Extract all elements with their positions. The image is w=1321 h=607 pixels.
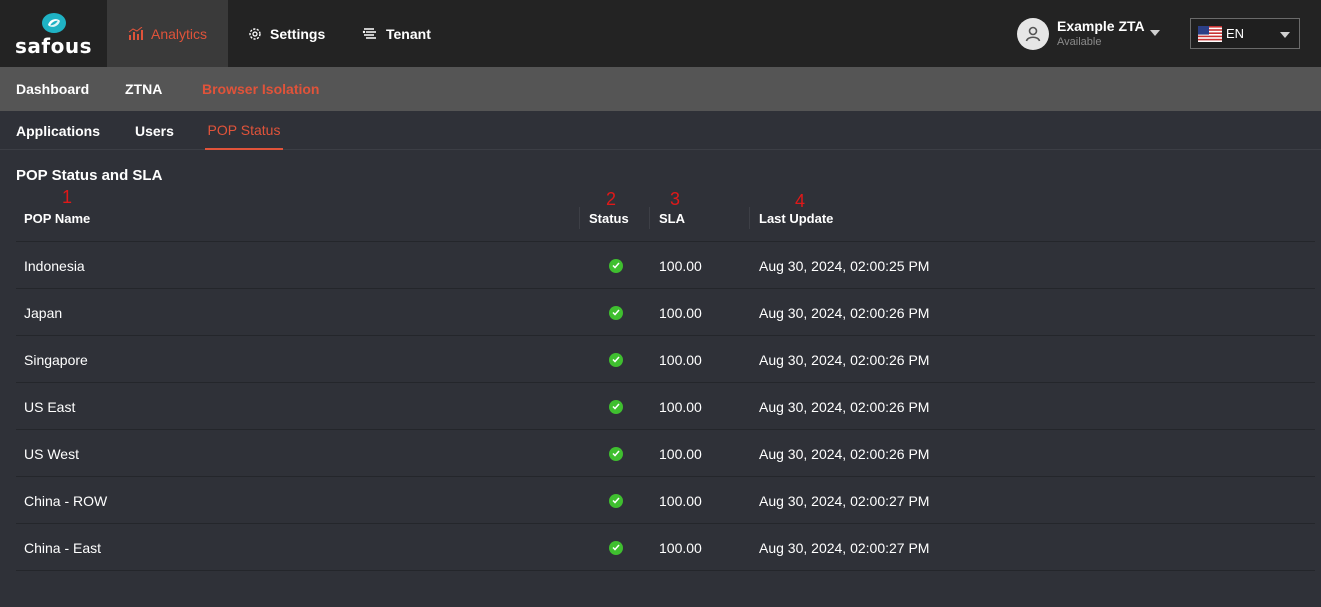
nav-tenant[interactable]: Tenant: [362, 0, 431, 67]
subnav-ztna[interactable]: ZTNA: [125, 67, 162, 111]
user-status: Available: [1057, 36, 1102, 48]
sla-cell: 100.00: [659, 257, 702, 274]
pop-name-cell: China - East: [24, 539, 102, 556]
logo-mark-icon: [41, 12, 66, 33]
table-row[interactable]: China - East 100.00 Aug 30, 2024, 02:00:…: [16, 524, 1315, 571]
nav-settings-label: Settings: [270, 25, 326, 42]
user-icon: [1025, 26, 1041, 42]
sla-cell: 100.00: [659, 351, 702, 368]
last-update-cell: Aug 30, 2024, 02:00:26 PM: [759, 445, 930, 462]
safous-logo[interactable]: safous: [0, 0, 107, 67]
sla-cell: 100.00: [659, 398, 702, 415]
check-circle-icon: [609, 399, 623, 414]
language-select[interactable]: EN: [1190, 18, 1300, 49]
status-cell: [609, 477, 623, 524]
avatar: [1017, 18, 1049, 50]
column-header-pop-name[interactable]: POP Name: [24, 195, 90, 242]
language-label: EN: [1226, 26, 1245, 41]
status-cell: [609, 524, 623, 571]
pop-name-cell: US East: [24, 398, 76, 415]
table-row[interactable]: China - ROW 100.00 Aug 30, 2024, 02:00:2…: [16, 477, 1315, 524]
column-header-last-update[interactable]: Last Update: [759, 195, 833, 242]
status-cell: [609, 383, 623, 430]
status-cell: [609, 289, 623, 336]
user-name: Example ZTA: [1057, 18, 1145, 34]
column-divider: [579, 207, 580, 229]
sla-cell: 100.00: [659, 445, 702, 462]
column-header-status[interactable]: Status: [589, 195, 629, 242]
tenant-icon: [362, 27, 376, 39]
top-navigation-bar: safous Analytics Settings Tenant Example…: [0, 0, 1321, 67]
last-update-cell: Aug 30, 2024, 02:00:27 PM: [759, 539, 930, 556]
table-row[interactable]: US East 100.00 Aug 30, 2024, 02:00:26 PM: [16, 383, 1315, 430]
last-update-cell: Aug 30, 2024, 02:00:26 PM: [759, 351, 930, 368]
last-update-cell: Aug 30, 2024, 02:00:26 PM: [759, 304, 930, 321]
sub-navigation-bar: Dashboard ZTNA Browser Isolation: [0, 67, 1321, 111]
check-circle-icon: [609, 540, 623, 555]
table-row[interactable]: Indonesia 100.00 Aug 30, 2024, 02:00:25 …: [16, 242, 1315, 289]
subnav-browser-isolation[interactable]: Browser Isolation: [202, 67, 319, 111]
pop-name-cell: Japan: [24, 304, 63, 321]
status-cell: [609, 430, 623, 477]
status-cell: [609, 242, 623, 289]
nav-settings[interactable]: Settings: [248, 0, 325, 67]
gear-icon: [249, 27, 261, 40]
column-divider: [749, 207, 750, 229]
nav-analytics[interactable]: Analytics: [107, 0, 228, 67]
nav-analytics-label: Analytics: [150, 25, 208, 42]
sla-cell: 100.00: [659, 539, 702, 556]
table-row[interactable]: Singapore 100.00 Aug 30, 2024, 02:00:26 …: [16, 336, 1315, 383]
sla-cell: 100.00: [659, 492, 702, 509]
nav-tenant-label: Tenant: [386, 25, 431, 42]
tab-users[interactable]: Users: [135, 111, 174, 150]
last-update-cell: Aug 30, 2024, 02:00:25 PM: [759, 257, 930, 274]
pop-name-cell: Indonesia: [24, 257, 85, 274]
last-update-cell: Aug 30, 2024, 02:00:26 PM: [759, 398, 930, 415]
tab-pop-status[interactable]: POP Status: [205, 111, 283, 150]
pop-name-cell: Singapore: [24, 351, 88, 368]
tab-applications[interactable]: Applications: [16, 111, 100, 150]
table-row[interactable]: US West 100.00 Aug 30, 2024, 02:00:26 PM: [16, 430, 1315, 477]
us-flag-icon: [1198, 25, 1222, 42]
last-update-cell: Aug 30, 2024, 02:00:27 PM: [759, 492, 930, 509]
brand-name: safous: [15, 33, 92, 58]
user-menu-caret-icon[interactable]: [1150, 30, 1160, 36]
tab-bar: Applications Users POP Status: [0, 111, 1321, 150]
check-circle-icon: [609, 352, 623, 367]
bar-chart-icon: [128, 26, 143, 40]
chevron-down-icon: [1280, 32, 1290, 38]
pop-status-table: POP Name Status SLA Last Update Indonesi…: [16, 195, 1315, 571]
column-divider: [649, 207, 650, 229]
user-menu[interactable]: Example ZTA Available: [1017, 17, 1145, 51]
check-circle-icon: [609, 493, 623, 508]
status-cell: [609, 336, 623, 383]
table-row[interactable]: Japan 100.00 Aug 30, 2024, 02:00:26 PM: [16, 289, 1315, 336]
pop-name-cell: US West: [24, 445, 79, 462]
check-circle-icon: [609, 258, 623, 273]
check-circle-icon: [609, 305, 623, 320]
pop-name-cell: China - ROW: [24, 492, 108, 509]
table-header: POP Name Status SLA Last Update: [16, 195, 1315, 242]
column-header-sla[interactable]: SLA: [659, 195, 685, 242]
subnav-dashboard[interactable]: Dashboard: [16, 67, 89, 111]
check-circle-icon: [609, 446, 623, 461]
sla-cell: 100.00: [659, 304, 702, 321]
section-title: POP Status and SLA: [16, 167, 163, 184]
